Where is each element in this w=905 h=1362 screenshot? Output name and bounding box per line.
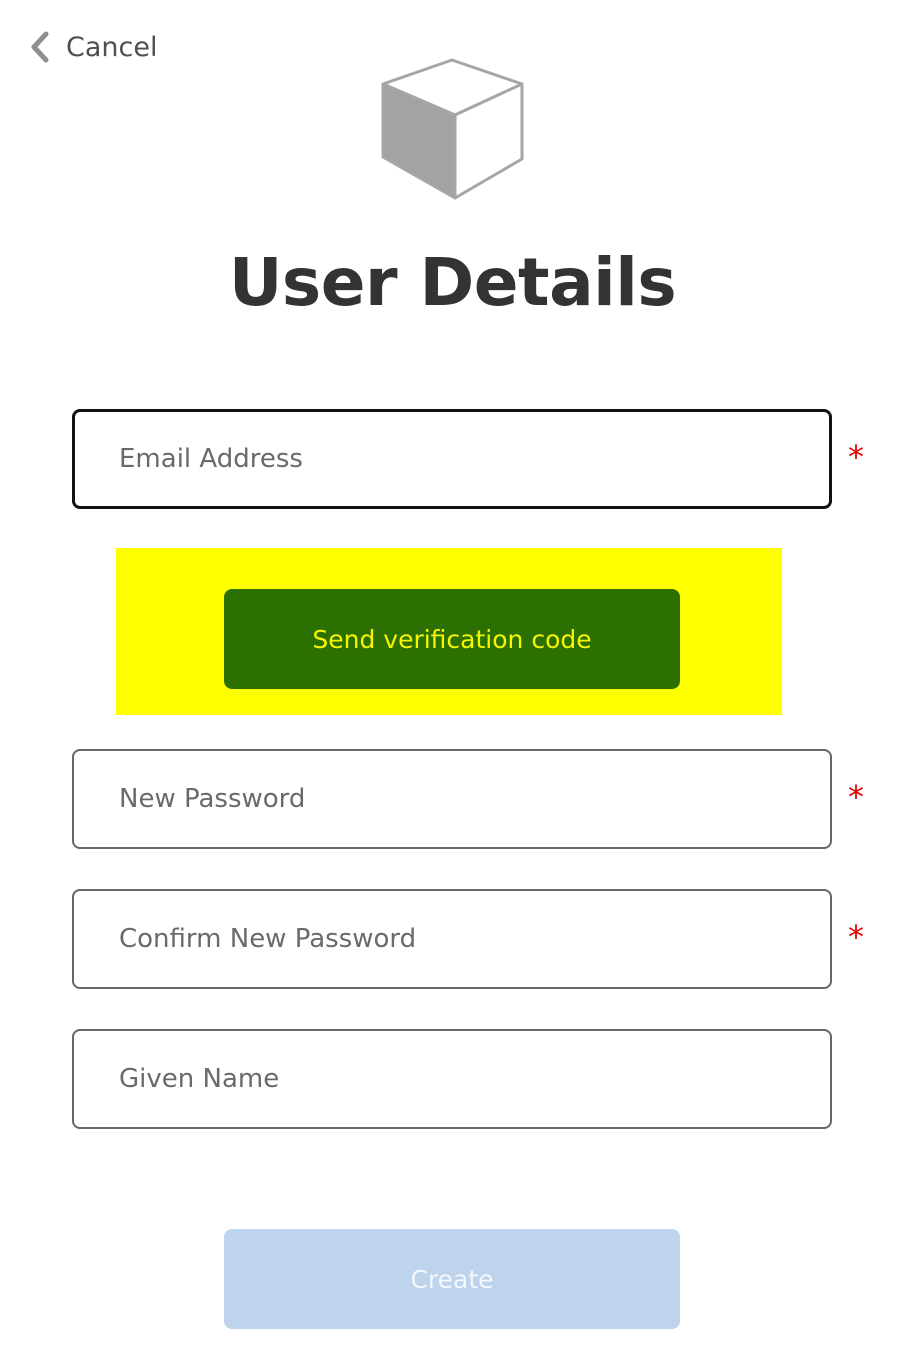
new-password-required-marker: *	[848, 778, 864, 816]
cube-icon	[381, 58, 524, 200]
email-field[interactable]	[72, 409, 832, 509]
confirm-password-required-marker: *	[848, 918, 864, 956]
email-required-marker: *	[848, 438, 864, 476]
given-name-field[interactable]	[72, 1029, 832, 1129]
chevron-left-icon	[31, 31, 49, 63]
send-verification-code-button[interactable]: Send verification code	[224, 589, 680, 689]
create-button[interactable]: Create	[224, 1229, 680, 1329]
confirm-password-field[interactable]	[72, 889, 832, 989]
page-title: User Details	[228, 244, 677, 321]
cancel-label: Cancel	[66, 31, 158, 63]
cancel-link[interactable]: Cancel	[28, 28, 157, 66]
new-password-field[interactable]	[72, 749, 832, 849]
